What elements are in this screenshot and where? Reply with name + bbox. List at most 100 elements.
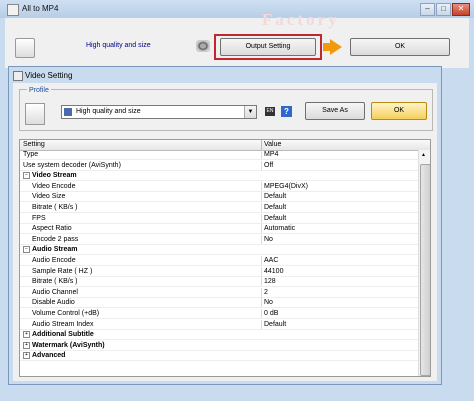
setting-value[interactable]: No	[264, 236, 273, 243]
setting-name: Bitrate ( KB/s )	[32, 278, 78, 286]
setting-name: Sample Rate ( HZ )	[32, 267, 93, 275]
cell-divider	[261, 287, 262, 297]
grid-category-row[interactable]: − Video Stream	[20, 171, 418, 182]
header-value[interactable]: Value	[264, 141, 281, 148]
grid-category-row[interactable]: − Audio Stream	[20, 245, 418, 256]
setting-value[interactable]: 44100	[264, 268, 283, 275]
minimize-button[interactable]: –	[420, 3, 435, 16]
app-icon	[7, 4, 19, 16]
preset-label: High quality and size	[86, 42, 151, 49]
arrow-right-icon	[330, 39, 342, 55]
setting-name: Additional Subtitle	[32, 331, 94, 339]
cell-divider	[261, 234, 262, 244]
grid-row[interactable]: Audio Stream Index Default	[20, 319, 418, 330]
setting-name: Audio Channel	[32, 288, 78, 296]
cell-divider	[261, 298, 262, 308]
expand-icon[interactable]: +	[23, 331, 30, 339]
settings-gear-icon	[196, 40, 210, 52]
setting-name: Audio Encode	[32, 257, 76, 264]
setting-name: Advanced	[32, 352, 66, 360]
collapse-icon[interactable]: −	[23, 172, 30, 180]
grid-category-row[interactable]: + Additional Subtitle	[20, 330, 418, 341]
setting-value[interactable]: 2	[264, 289, 268, 296]
title-bar: All to MP4 – □ ✕	[0, 0, 474, 18]
grid-row[interactable]: Video Size Default	[20, 192, 418, 203]
scroll-up-icon[interactable]: ▲	[421, 152, 426, 158]
close-button[interactable]: ✕	[452, 3, 470, 16]
header-setting[interactable]: Setting	[23, 141, 45, 148]
grid-row[interactable]: Encode 2 pass No	[20, 234, 418, 245]
preset-icon	[15, 38, 35, 58]
dialog-body: Profile High quality and size ▼ EN ? Sav…	[13, 83, 437, 381]
save-as-button[interactable]: Save As	[305, 102, 365, 120]
grid-row[interactable]: Bitrate ( KB/s ) 128	[20, 277, 418, 288]
vertical-scrollbar[interactable]: ▲	[418, 150, 430, 376]
cell-divider	[261, 181, 262, 191]
setting-value[interactable]: MP4	[264, 151, 278, 158]
cell-divider	[261, 319, 262, 329]
cell-divider	[261, 266, 262, 276]
edit-icon[interactable]: EN	[265, 107, 275, 116]
setting-value[interactable]: MPEG4(DivX)	[264, 183, 308, 190]
setting-value[interactable]: AAC	[264, 257, 278, 264]
scroll-thumb[interactable]	[420, 164, 430, 376]
setting-value[interactable]: No	[264, 299, 273, 306]
highlight-box	[214, 34, 322, 60]
grid-row[interactable]: Disable Audio No	[20, 298, 418, 309]
setting-name: Watermark (AviSynth)	[32, 341, 105, 349]
window-title: All to MP4	[22, 4, 59, 13]
grid-category-row[interactable]: + Advanced	[20, 351, 418, 362]
profile-value: High quality and size	[76, 108, 141, 115]
setting-name: Type	[23, 151, 39, 158]
grid-row[interactable]: Video Encode MPEG4(DivX)	[20, 181, 418, 192]
setting-name: Video Size	[32, 193, 66, 201]
grid-row[interactable]: Use system decoder (AviSynth) Off	[20, 160, 418, 171]
ok-button[interactable]: OK	[350, 38, 450, 56]
header-divider[interactable]	[261, 140, 262, 150]
grid-row[interactable]: Sample Rate ( HZ ) 44100	[20, 266, 418, 277]
setting-name: Use system decoder (AviSynth)	[23, 161, 121, 169]
setting-name: Disable Audio	[32, 299, 75, 307]
expand-icon[interactable]: +	[23, 352, 30, 360]
setting-value[interactable]: Default	[264, 321, 286, 328]
dialog-title-bar: Video Setting	[9, 67, 441, 83]
grid-row[interactable]: Bitrate ( KB/s ) Default	[20, 203, 418, 213]
cell-divider	[261, 192, 262, 202]
setting-name: Aspect Ratio	[32, 225, 72, 233]
setting-value[interactable]: Default	[264, 215, 286, 222]
setting-value[interactable]: Default	[264, 193, 286, 200]
collapse-icon[interactable]: −	[23, 246, 30, 254]
grid-category-row[interactable]: + Watermark (AviSynth)	[20, 341, 418, 351]
expand-icon[interactable]: +	[23, 341, 30, 349]
setting-name: Video Stream	[32, 172, 77, 180]
maximize-button[interactable]: □	[436, 3, 451, 16]
grid-row[interactable]: FPS Default	[20, 213, 418, 224]
dialog-icon	[13, 71, 23, 81]
grid-row[interactable]: Audio Encode AAC	[20, 256, 418, 266]
setting-value[interactable]: 0 dB	[264, 310, 278, 317]
setting-value[interactable]: Default	[264, 204, 286, 211]
setting-value[interactable]: 128	[264, 278, 276, 285]
cell-divider	[261, 277, 262, 287]
profile-dropdown[interactable]: High quality and size ▼	[61, 105, 257, 119]
dialog-ok-button[interactable]: OK	[371, 102, 427, 120]
grid-row[interactable]: Type MP4	[20, 150, 418, 160]
chevron-down-icon[interactable]: ▼	[244, 106, 256, 118]
setting-value[interactable]: Off	[264, 162, 273, 169]
setting-value[interactable]: Automatic	[264, 225, 295, 232]
watermark-text: Factory	[262, 10, 340, 29]
cell-divider	[261, 160, 262, 170]
cell-divider	[261, 150, 262, 159]
cell-divider	[261, 309, 262, 318]
grid-row[interactable]: Audio Channel 2	[20, 287, 418, 298]
setting-name: FPS	[32, 214, 46, 222]
setting-name: Volume Control (+dB)	[32, 310, 100, 317]
help-icon[interactable]: ?	[281, 106, 292, 117]
video-setting-dialog: Video Setting Profile High quality and s…	[8, 66, 442, 385]
setting-name: Audio Stream	[32, 246, 78, 254]
cell-divider	[261, 203, 262, 212]
cell-divider	[261, 256, 262, 265]
grid-row[interactable]: Aspect Ratio Automatic	[20, 224, 418, 235]
grid-row[interactable]: Volume Control (+dB) 0 dB	[20, 309, 418, 319]
setting-name: Audio Stream Index	[32, 320, 94, 328]
